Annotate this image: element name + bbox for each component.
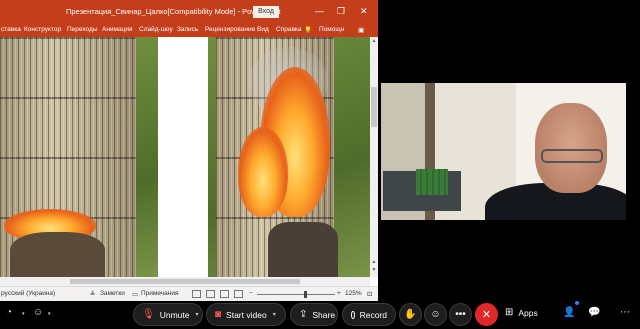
- participant-face: [535, 103, 607, 193]
- unmute-button[interactable]: 🎙 Unmute ▾: [133, 303, 203, 326]
- chevron-down-icon[interactable]: ▾: [195, 311, 198, 318]
- more-icon[interactable]: ⋯: [620, 307, 630, 318]
- participant-video-tile[interactable]: [381, 83, 626, 220]
- notes-button[interactable]: Заметки: [100, 290, 125, 297]
- zoom-slider[interactable]: [257, 294, 335, 295]
- minimize-icon[interactable]: —: [315, 5, 324, 17]
- record-button[interactable]: Record: [342, 303, 396, 326]
- meeting-toolbar: ◔ ▾ ☺ ▾ 🎙 Unmute ▾ ◙ Start video ▾ ⇪ Sha…: [0, 301, 640, 329]
- share-screen-icon: ⇪: [299, 309, 308, 320]
- share-button[interactable]: ⇪ Share: [290, 303, 338, 326]
- ppt-title-bar: Презентация_Свинар_Цалко[Compatibility M…: [0, 0, 378, 24]
- slide-photo-right: [208, 37, 370, 277]
- zoom-in-button[interactable]: +: [337, 290, 341, 297]
- ppt-status-bar: русский (Украина) ≜ Заметки ▭ Примечания…: [0, 286, 378, 301]
- ppt-horizontal-scrollbar[interactable]: [0, 277, 370, 286]
- slide-photo-left: [0, 37, 136, 277]
- ribbon-tab-slideshow[interactable]: Слайд-шоу: [139, 26, 173, 33]
- record-icon: [351, 310, 355, 319]
- next-slide-icon[interactable]: ▼: [370, 267, 378, 273]
- ribbon-tab-assistant[interactable]: Помощн: [319, 26, 344, 33]
- slide-canvas[interactable]: [0, 37, 370, 277]
- ribbon-tab-help[interactable]: Справка: [276, 26, 302, 33]
- comment-icon: ▭: [132, 291, 139, 298]
- notes-icon: ≜: [90, 291, 96, 298]
- reactions-icon[interactable]: ☺: [33, 307, 43, 318]
- reading-view-icon[interactable]: [220, 290, 229, 298]
- apps-icon: ⊞: [505, 307, 514, 318]
- video-off-icon: ◙: [215, 309, 222, 320]
- chevron-down-icon[interactable]: ▾: [48, 311, 51, 317]
- muted-microphone-icon: 🎙: [142, 309, 155, 320]
- slideshow-view-icon[interactable]: [234, 290, 243, 298]
- ppt-vertical-scrollbar[interactable]: ▲ ▲ ▼: [370, 37, 378, 277]
- glasses: [541, 149, 603, 163]
- chat-icon[interactable]: 💬: [588, 307, 600, 318]
- notification-dot: [575, 301, 579, 305]
- normal-view-icon[interactable]: [192, 290, 201, 298]
- ribbon-tab-transitions[interactable]: Переходы: [67, 26, 98, 33]
- ribbon-tab-record[interactable]: Запись: [177, 26, 198, 33]
- chevron-down-icon[interactable]: ▾: [22, 311, 25, 317]
- share-label: Share: [312, 309, 336, 320]
- ribbon-tab-insert[interactable]: ставка: [1, 26, 21, 33]
- close-icon[interactable]: ✕: [360, 5, 368, 17]
- ribbon-tab-view[interactable]: Вид: [257, 26, 269, 33]
- slide-sorter-icon[interactable]: [206, 290, 215, 298]
- fit-slide-icon[interactable]: ⊡: [367, 290, 372, 298]
- ppt-ribbon-tabs: ставка Конструктор Переходы Анимация Сла…: [0, 24, 378, 37]
- ribbon-tab-review[interactable]: Рецензирование: [205, 26, 255, 33]
- prev-slide-icon[interactable]: ▲: [370, 259, 378, 265]
- lightbulb-icon[interactable]: 💡: [304, 26, 312, 34]
- ribbon-tab-design[interactable]: Конструктор: [24, 26, 61, 33]
- slide-photo-grass-strip: [136, 37, 158, 277]
- shared-screen-powerpoint: Презентация_Свинар_Цалко[Compatibility M…: [0, 0, 378, 301]
- restore-icon[interactable]: ❐: [337, 5, 345, 17]
- ppt-window-title: Презентация_Свинар_Цалко[Compatibility M…: [66, 7, 281, 16]
- apps-button[interactable]: ⊞ Apps: [505, 307, 538, 318]
- record-label: Record: [359, 309, 387, 320]
- ribbon-tab-animation[interactable]: Анимация: [102, 26, 133, 33]
- chevron-down-icon[interactable]: ▾: [273, 311, 276, 318]
- language-status[interactable]: русский (Украина): [1, 290, 55, 297]
- participants-icon[interactable]: 👤: [563, 307, 575, 318]
- reactions-button[interactable]: ☺: [424, 303, 447, 326]
- ppt-signin-button[interactable]: Вход: [253, 6, 279, 18]
- apps-label: Apps: [518, 307, 538, 318]
- zoom-slider-handle[interactable]: [304, 291, 308, 298]
- leave-meeting-button[interactable]: ✕: [475, 303, 498, 326]
- comments-button[interactable]: Примечания: [141, 290, 179, 297]
- captions-icon[interactable]: ◔: [6, 307, 12, 318]
- zoom-out-button[interactable]: −: [249, 290, 253, 297]
- raise-hand-button[interactable]: ✋: [399, 303, 422, 326]
- start-video-button[interactable]: ◙ Start video ▾: [206, 303, 286, 326]
- start-video-label: Start video: [226, 309, 267, 320]
- unmute-label: Unmute: [159, 309, 190, 320]
- share-comment-icon[interactable]: ▣: [358, 26, 364, 34]
- zoom-percent[interactable]: 125%: [345, 290, 362, 297]
- scroll-up-icon[interactable]: ▲: [370, 38, 378, 44]
- more-options-button[interactable]: •••: [449, 303, 472, 326]
